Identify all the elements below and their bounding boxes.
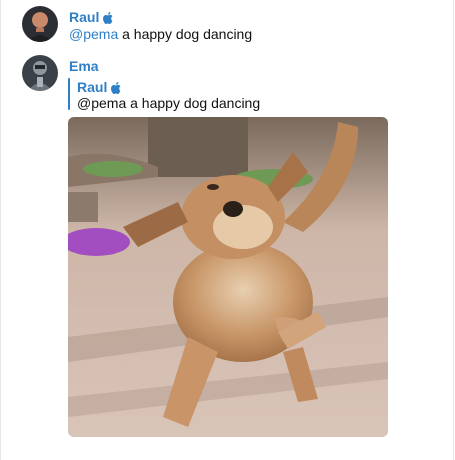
reply-quote[interactable]: Raul xyxy=(77,78,121,96)
mention-link[interactable]: @pema xyxy=(69,26,118,42)
sender-name[interactable]: Ema xyxy=(69,58,99,74)
reply-quote-bar xyxy=(68,78,70,110)
apple-icon xyxy=(111,81,121,94)
avatar-ema[interactable] xyxy=(22,55,58,91)
divider xyxy=(0,0,1,460)
divider xyxy=(453,0,454,460)
avatar-raul[interactable] xyxy=(22,6,58,42)
dog-photo[interactable] xyxy=(68,117,388,437)
reply-text: @pema a happy dog dancing xyxy=(77,95,261,111)
sender-name[interactable]: Raul xyxy=(69,9,99,25)
message-body: a happy dog dancing xyxy=(118,26,253,42)
message-text: @pema a happy dog dancing xyxy=(69,26,252,42)
apple-icon xyxy=(103,11,113,24)
reply-sender-name: Raul xyxy=(77,79,108,95)
